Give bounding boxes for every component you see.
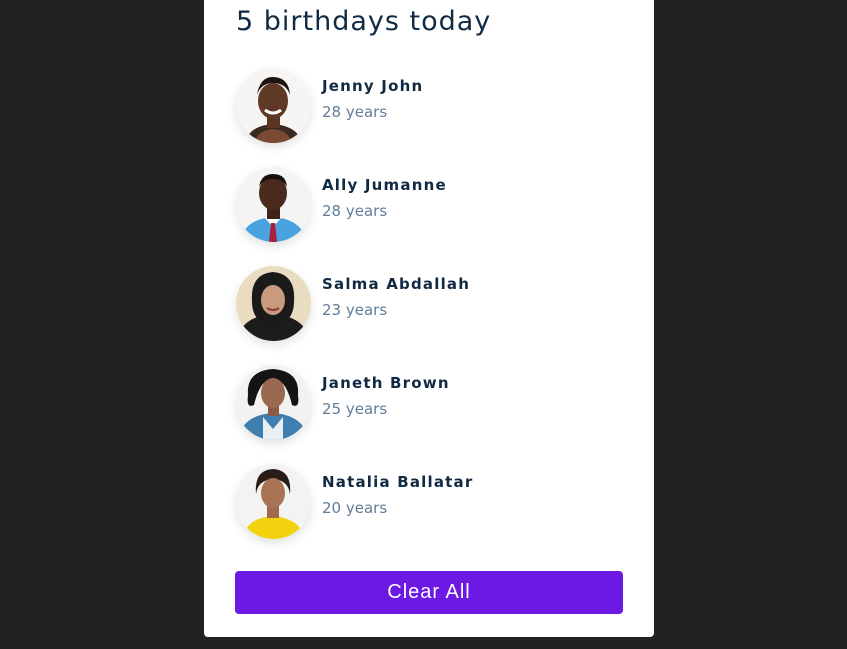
list-item: Jenny John 28 years: [236, 68, 626, 143]
person-name: Natalia Ballatar: [322, 473, 474, 491]
avatar: [236, 464, 311, 539]
birthday-list: Jenny John 28 years Ally Jumanne 28 year…: [236, 68, 626, 563]
person-age: 23 years: [322, 301, 388, 319]
person-age: 28 years: [322, 103, 388, 121]
person-age: 20 years: [322, 499, 388, 517]
page-title: 5 birthdays today: [236, 6, 492, 37]
list-item: Natalia Ballatar 20 years: [236, 464, 626, 539]
birthday-card: 5 birthdays today Jenny John 28 years Al…: [204, 0, 654, 637]
clear-all-button[interactable]: Clear All: [235, 571, 623, 614]
list-item: Ally Jumanne 28 years: [236, 167, 626, 242]
list-item: Salma Abdallah 23 years: [236, 266, 626, 341]
person-name: Janeth Brown: [322, 374, 450, 392]
person-age: 28 years: [322, 202, 388, 220]
person-age: 25 years: [322, 400, 388, 418]
avatar: [236, 266, 311, 341]
person-info: Salma Abdallah 23 years: [322, 275, 470, 319]
avatar: [236, 167, 311, 242]
person-name: Jenny John: [322, 77, 424, 95]
person-info: Janeth Brown 25 years: [322, 374, 450, 418]
avatar: [236, 68, 311, 143]
avatar: [236, 365, 311, 440]
list-item: Janeth Brown 25 years: [236, 365, 626, 440]
person-info: Jenny John 28 years: [322, 77, 423, 121]
person-info: Ally Jumanne 28 years: [322, 176, 447, 220]
person-info: Natalia Ballatar 20 years: [322, 473, 473, 517]
person-name: Ally Jumanne: [322, 176, 447, 194]
person-name: Salma Abdallah: [322, 275, 471, 293]
